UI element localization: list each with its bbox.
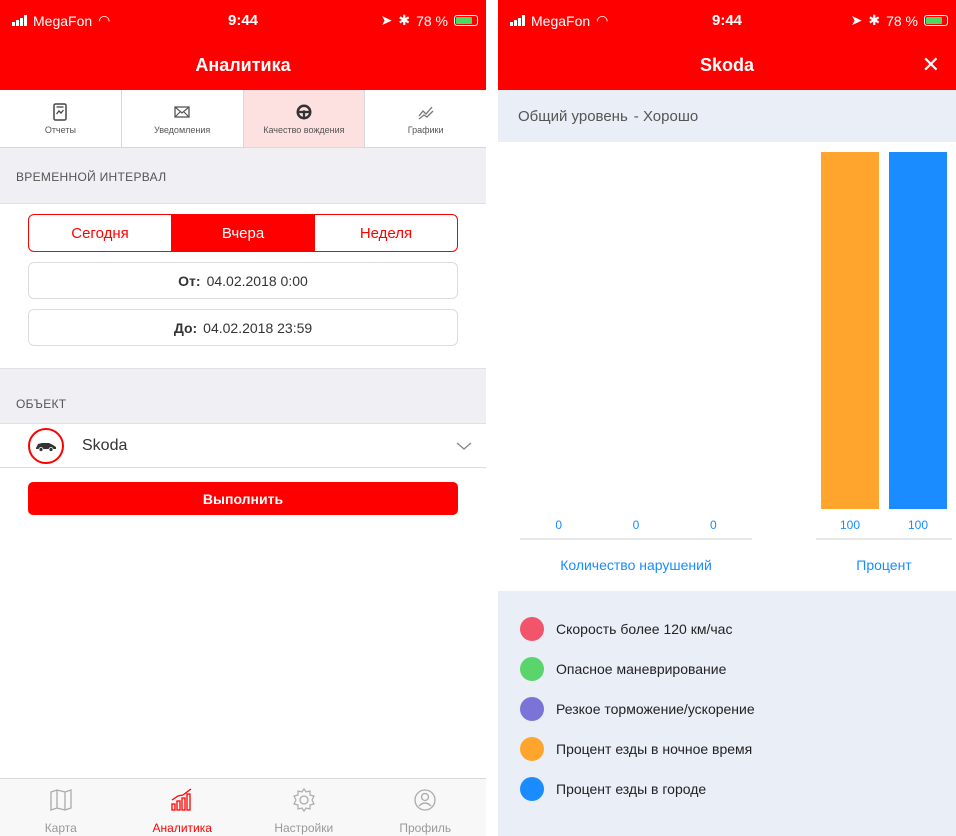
overall-level: Общий уровень - Хорошо <box>498 90 956 142</box>
map-icon <box>50 789 72 811</box>
battery-percent: 78 % <box>416 12 448 29</box>
tab-notifications[interactable]: Уведомления <box>122 90 244 147</box>
legend-label: Резкое торможение/ускорение <box>556 701 755 717</box>
tab-label: Аналитика <box>152 821 212 835</box>
car-icon <box>28 427 64 464</box>
bar-value-label: 100 <box>840 518 860 532</box>
steering-wheel-icon <box>296 104 312 119</box>
chart-legend: Скорость более 120 км/час Опасное маневр… <box>498 591 956 836</box>
object-select[interactable]: Skoda <box>0 424 486 468</box>
date-to-field[interactable]: До: 04.02.2018 23:59 <box>28 309 458 346</box>
tab-map[interactable]: Карта <box>0 779 122 836</box>
driving-chart: 0 0 0 Количество нарушений 100 100 Процент <box>520 152 952 573</box>
battery-icon <box>454 15 478 26</box>
interval-segmented-control: Сегодня Вчера Неделя <box>28 214 458 252</box>
chevron-down-icon <box>456 441 472 450</box>
page-title: Аналитика <box>195 55 291 75</box>
nav-bar: Skoda ✕ <box>498 42 956 90</box>
bar-value-label: 100 <box>908 518 928 532</box>
tab-label: Качество вождения <box>263 124 345 135</box>
nav-bar: Аналитика <box>0 42 486 90</box>
bar-value-label: 0 <box>633 518 640 532</box>
object-name: Skoda <box>82 436 128 454</box>
legend-item: Скорость более 120 км/час <box>498 609 956 649</box>
overall-level-value: - Хорошо <box>633 108 699 125</box>
tab-label: Профиль <box>399 821 452 835</box>
battery-percent: 78 % <box>886 12 918 29</box>
tab-label: Настройки <box>274 821 334 835</box>
report-icon <box>53 102 68 121</box>
legend-dot <box>520 617 544 641</box>
chart-bar <box>889 152 947 509</box>
legend-label: Опасное маневрирование <box>556 661 727 677</box>
legend-item: Опасное маневрирование <box>498 649 956 689</box>
graph-icon <box>418 106 434 120</box>
chart-area: 0 0 0 Количество нарушений 100 100 Процент <box>498 142 956 589</box>
tab-graphs[interactable]: Графики <box>365 90 486 147</box>
date-to-value: 04.02.2018 23:59 <box>203 319 313 336</box>
run-button[interactable]: Выполнить <box>28 482 458 515</box>
interval-section-header: ВРЕМЕННОЙ ИНТЕРВАЛ <box>0 148 486 204</box>
segment-today[interactable]: Сегодня <box>29 215 172 251</box>
tab-settings[interactable]: Настройки <box>243 779 365 836</box>
tab-profile[interactable]: Профиль <box>365 779 487 836</box>
date-from-value: 04.02.2018 0:00 <box>206 272 308 289</box>
tab-label: Уведомления <box>153 124 211 135</box>
date-from-field[interactable]: От: 04.02.2018 0:00 <box>28 262 458 299</box>
top-tabs: Отчеты Уведомления Качество вождения Гра… <box>0 90 486 148</box>
bottom-tab-bar: Карта Аналитика Настройки Профиль <box>0 778 486 836</box>
legend-label: Процент езды в ночное время <box>556 741 753 757</box>
legend-item: Процент езды в ночное время <box>498 729 956 769</box>
legend-dot <box>520 697 544 721</box>
date-from-label: От: <box>178 272 201 289</box>
segment-week[interactable]: Неделя <box>315 215 457 251</box>
legend-dot <box>520 657 544 681</box>
analytics-screen: MegaFon ◠ 9:44 ➤ ✱ 78 % Аналитика Отчеты… <box>0 0 486 836</box>
bar-value-label: 0 <box>555 518 562 532</box>
profile-icon <box>414 789 436 811</box>
page-title: Skoda <box>699 55 755 75</box>
tab-reports[interactable]: Отчеты <box>0 90 122 147</box>
driving-quality-detail-screen: MegaFon ◠ 9:44 ➤ ✱ 78 % Skoda ✕ Общий ур… <box>498 0 956 836</box>
tab-driving-quality[interactable]: Качество вождения <box>243 90 366 147</box>
tab-analytics[interactable]: Аналитика <box>122 779 244 836</box>
battery-icon <box>924 15 948 26</box>
bluetooth-icon: ✱ <box>868 12 881 28</box>
location-icon: ➤ <box>850 12 863 28</box>
chart-bar <box>821 152 879 509</box>
axis-label: Процент <box>856 557 912 573</box>
object-section-header: ОБЪЕКТ <box>0 368 486 424</box>
bar-value-label: 0 <box>710 518 717 532</box>
location-icon: ➤ <box>380 12 393 28</box>
analytics-icon <box>171 788 192 811</box>
legend-label: Процент езды в городе <box>556 781 707 797</box>
tab-label: Графики <box>407 124 444 135</box>
bluetooth-icon: ✱ <box>398 12 411 28</box>
envelope-icon <box>174 105 190 118</box>
legend-item: Процент езды в городе <box>498 769 956 809</box>
tab-label: Отчеты <box>44 124 76 135</box>
segment-yesterday[interactable]: Вчера <box>172 215 315 251</box>
date-to-label: До: <box>173 319 198 336</box>
axis-label: Количество нарушений <box>560 557 712 573</box>
close-icon[interactable]: ✕ <box>922 52 940 78</box>
status-bar: MegaFon ◠ 9:44 ➤ ✱ 78 % <box>0 0 486 42</box>
legend-label: Скорость более 120 км/час <box>556 621 733 637</box>
gear-icon <box>292 787 315 813</box>
status-bar: MegaFon ◠ 9:44 ➤ ✱ 78 % <box>498 0 956 42</box>
legend-dot <box>520 777 544 801</box>
legend-dot <box>520 737 544 761</box>
overall-level-label: Общий уровень <box>518 108 628 125</box>
legend-item: Резкое торможение/ускорение <box>498 689 956 729</box>
tab-label: Карта <box>44 821 77 835</box>
